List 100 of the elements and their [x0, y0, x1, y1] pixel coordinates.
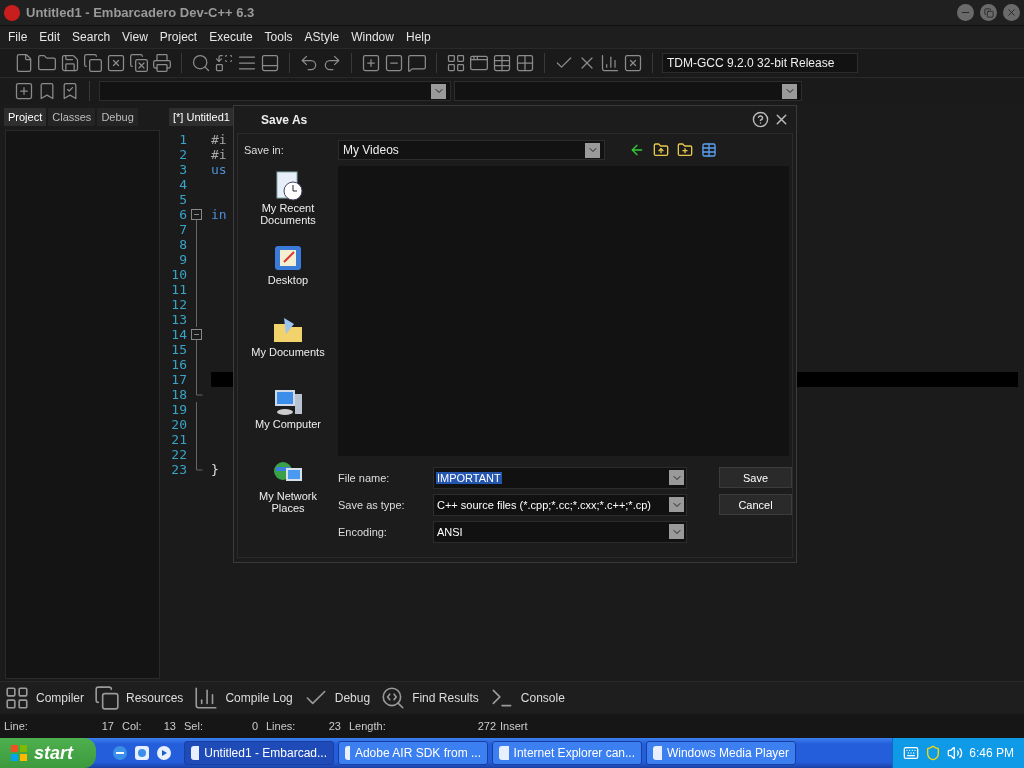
code-text: in [211, 207, 227, 222]
speaker-icon[interactable] [947, 745, 964, 761]
menu-item[interactable]: Edit [33, 30, 67, 44]
line-number: 9 [178, 252, 187, 267]
clock: 6:46 PM [969, 746, 1014, 760]
squares-icon[interactable] [515, 53, 535, 73]
field[interactable]: ANSI [433, 520, 687, 543]
status-label: Lines: [266, 720, 296, 732]
close-button[interactable] [1003, 4, 1020, 21]
printer-icon[interactable] [152, 53, 172, 73]
taskbar-button[interactable]: Windows Media Player [646, 741, 796, 765]
field-value: C++ source files (*.cpp;*.cc;*.cxx;*.c++;*.cp) [436, 498, 652, 511]
save-in-select[interactable]: My Videos [338, 140, 605, 160]
restore-icon [983, 7, 994, 18]
menu-item[interactable]: Tools [258, 30, 299, 44]
bottom-tab[interactable]: Compiler [4, 685, 94, 711]
bottom-tab[interactable]: Debug [302, 685, 381, 711]
view-menu-icon[interactable] [701, 142, 717, 158]
function-select[interactable] [454, 81, 802, 101]
line-number: 21 [170, 432, 187, 447]
place-label[interactable]: Desktop [267, 274, 309, 286]
line-number: 13 [170, 312, 187, 327]
windows-flag-icon [10, 744, 28, 762]
dialog-title: Save As [261, 112, 309, 127]
status-label: Line: [4, 720, 28, 732]
replace-icon[interactable] [214, 53, 234, 73]
menu-item[interactable]: Window [345, 30, 400, 44]
copy-x-icon[interactable] [129, 53, 149, 73]
square-minus-icon[interactable] [384, 53, 404, 73]
bottom-tab[interactable]: Resources [94, 685, 194, 711]
undo-icon[interactable] [299, 53, 319, 73]
select-value: My Videos [343, 143, 399, 157]
line-number: 6 [178, 207, 187, 222]
menu-item[interactable]: Help [399, 30, 437, 44]
place-label[interactable]: My Network Places [242, 490, 334, 514]
menu-item[interactable]: View [116, 30, 154, 44]
media-player-icon[interactable] [156, 745, 172, 761]
grid-icon[interactable] [446, 53, 466, 73]
table-icon[interactable] [492, 53, 512, 73]
place-label[interactable]: My Computer [255, 418, 321, 430]
editor-tab[interactable]: [*] Untitled1 [169, 108, 234, 126]
bottom-tab[interactable]: Console [488, 685, 575, 711]
dialog-button[interactable]: Save [719, 467, 792, 488]
compiler-select[interactable]: TDM-GCC 9.2.0 32-bit Release [662, 53, 858, 73]
menu-item[interactable]: File [2, 30, 34, 44]
field[interactable]: IMPORTANT [433, 466, 687, 489]
field[interactable]: C++ source files (*.cpp;*.cc;*.cxx;*.c++;*.cp) [433, 493, 687, 516]
line-number: 17 [170, 372, 187, 387]
line-number: 14 [170, 327, 187, 342]
line-number: 4 [178, 177, 187, 192]
panel-tab[interactable]: Classes [48, 108, 96, 126]
taskbar-button[interactable]: Untitled1 - Embarcad... [184, 741, 334, 765]
menu-item[interactable]: Search [66, 30, 117, 44]
class-select[interactable] [99, 81, 451, 101]
window-icon[interactable] [469, 53, 489, 73]
menu-item[interactable]: Project [153, 30, 204, 44]
status-value: 23 [328, 720, 341, 732]
taskbar-button[interactable]: Internet Explorer can... [492, 741, 642, 765]
bottom-tab[interactable]: Find Results [380, 685, 489, 711]
line-number: 19 [170, 402, 187, 417]
bottom-tab[interactable]: Compile Log [193, 685, 303, 711]
place-label[interactable]: My Recent Documents [242, 202, 334, 226]
place-label[interactable]: My Documents [251, 346, 325, 358]
app-icon [345, 746, 350, 760]
dropdown-button[interactable] [585, 142, 600, 158]
dropdown-button[interactable] [782, 83, 797, 99]
panel-tab[interactable]: Project [4, 108, 47, 126]
square-x-icon[interactable] [106, 53, 126, 73]
square-plus-icon[interactable] [14, 81, 34, 101]
save-icon[interactable] [60, 53, 80, 73]
keyboard-icon[interactable] [903, 745, 920, 761]
menu-item[interactable]: Execute [203, 30, 259, 44]
line-number: 12 [170, 297, 187, 312]
status-value: 272 [477, 720, 496, 732]
redo-icon[interactable] [322, 53, 342, 73]
app-icon [499, 746, 509, 760]
panel-tab[interactable]: Debug [97, 108, 138, 126]
dialog-button[interactable]: Cancel [719, 494, 792, 515]
square-plus-icon[interactable] [361, 53, 381, 73]
status-value: 0 [251, 720, 258, 732]
line-number: 23 [170, 462, 187, 477]
folder-icon[interactable] [37, 53, 57, 73]
back-icon[interactable] [629, 142, 645, 158]
field-label: Save as type: [338, 498, 406, 511]
new-folder-icon[interactable] [677, 142, 693, 158]
field-value: IMPORTANT [436, 471, 502, 484]
message-icon[interactable] [407, 53, 427, 73]
help-icon[interactable] [752, 111, 769, 128]
chart-icon[interactable] [600, 53, 620, 73]
app-icon [653, 746, 662, 760]
panel-icon[interactable] [260, 53, 280, 73]
taskbar-button[interactable]: Adobe AIR SDK from ... [338, 741, 488, 765]
minimize-button[interactable] [957, 4, 974, 21]
folder-up-icon[interactable] [653, 142, 669, 158]
file-icon[interactable] [14, 53, 34, 73]
search-icon[interactable] [191, 53, 211, 73]
restore-button[interactable] [980, 4, 997, 21]
menu-item[interactable]: AStyle [298, 30, 346, 44]
dropdown-button[interactable] [431, 83, 446, 99]
copy-icon[interactable] [83, 53, 103, 73]
